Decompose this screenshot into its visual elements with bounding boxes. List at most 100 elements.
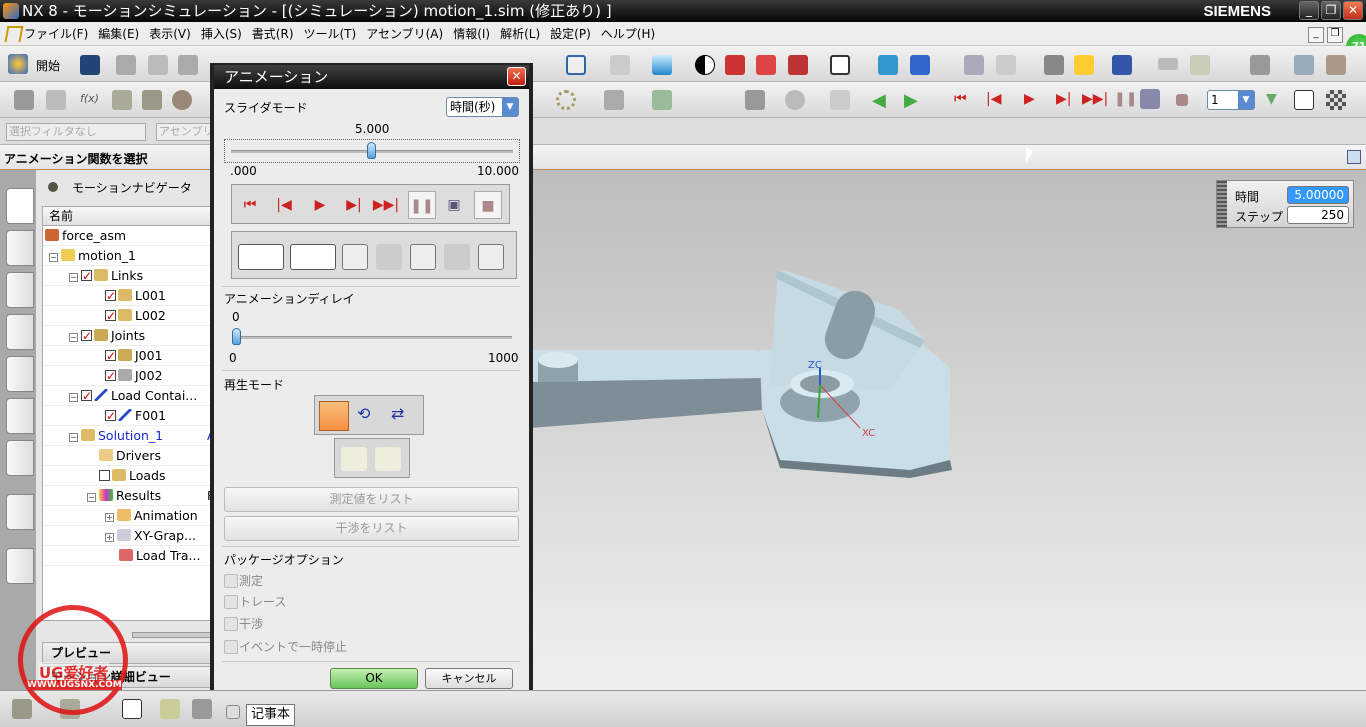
move-icon[interactable]	[878, 55, 898, 75]
collapse-icon[interactable]: −	[69, 333, 78, 342]
tree-item[interactable]: force_asm	[43, 226, 213, 246]
tree-item[interactable]: + XY-Grap...	[43, 526, 213, 546]
menu-info[interactable]: 情報(I)	[448, 22, 495, 46]
measure-checkbox[interactable]: 測定	[224, 572, 263, 589]
checkbox[interactable]	[105, 406, 116, 426]
step-forward-button[interactable]: ▶|	[340, 191, 368, 219]
pin-icon[interactable]	[48, 182, 58, 192]
dialog-title-bar[interactable]: アニメーション	[214, 65, 529, 89]
minimize-button[interactable]: _	[1299, 1, 1319, 20]
motion-tool-icon[interactable]	[160, 699, 180, 719]
tree-item[interactable]: L001	[43, 286, 213, 306]
tree-item[interactable]: −Solution_1A	[43, 426, 213, 446]
fast-forward-button[interactable]: ▶▶|	[372, 191, 400, 219]
menu-analysis[interactable]: 解析(L)	[495, 22, 545, 46]
eraser-icon[interactable]	[1044, 55, 1064, 75]
tree-item[interactable]: Loads	[43, 466, 213, 486]
tree-item[interactable]: − Links	[43, 266, 213, 286]
stop-icon[interactable]	[1176, 94, 1188, 106]
play-icon[interactable]: ▶	[1024, 91, 1035, 107]
layer-icon[interactable]	[964, 55, 984, 75]
step-back-button[interactable]: |◀	[270, 191, 298, 219]
delay-slider[interactable]	[228, 327, 514, 349]
tab-reuse-library[interactable]	[6, 356, 34, 392]
cut-icon[interactable]	[116, 55, 136, 75]
shaded-cube-icon[interactable]	[652, 55, 672, 75]
table-icon[interactable]	[830, 90, 850, 110]
menu-edit[interactable]: 編集(E)	[93, 22, 144, 46]
tab-motion-navigator[interactable]	[6, 188, 34, 224]
tree-item[interactable]: + Animation	[43, 506, 213, 526]
home-position-icon[interactable]	[478, 244, 504, 270]
spring-icon[interactable]	[142, 90, 162, 110]
fit-icon[interactable]	[566, 55, 586, 75]
slider-thumb[interactable]	[232, 328, 241, 345]
tab-history[interactable]	[6, 398, 34, 434]
tree-item[interactable]: − Joints	[43, 326, 213, 346]
menu-tools[interactable]: ツール(T)	[299, 22, 362, 46]
assembly-tool-icon[interactable]	[12, 699, 32, 719]
checkbox[interactable]	[105, 346, 116, 366]
restore-button[interactable]: ❐	[1321, 1, 1341, 20]
insert-icon[interactable]	[910, 55, 930, 75]
time-field[interactable]: 5.00000	[1287, 186, 1349, 204]
checkbox[interactable]	[81, 386, 92, 406]
save-icon[interactable]	[80, 55, 100, 75]
animate-icon[interactable]	[1112, 55, 1132, 75]
slider-mode-select[interactable]: 時間(秒) ▼	[446, 97, 519, 117]
horizontal-scrollbar[interactable]	[132, 632, 212, 638]
menu-insert[interactable]: 挿入(S)	[196, 22, 247, 46]
sequence-icon[interactable]	[192, 699, 212, 719]
tree-item[interactable]: J001	[43, 346, 213, 366]
menu-assembly[interactable]: アセンブリ(A)	[361, 22, 448, 46]
cancel-button[interactable]: キャンセル	[425, 668, 513, 689]
function-icon[interactable]: f(x)	[80, 92, 99, 105]
marker-icon[interactable]	[556, 90, 576, 110]
ping-pong-button[interactable]: ⇄	[391, 404, 404, 423]
joint-icon[interactable]	[112, 90, 132, 110]
menu-view[interactable]: 表示(V)	[144, 22, 196, 46]
list-measures-button[interactable]: 測定値をリスト	[224, 487, 519, 512]
pause-button[interactable]: ❚❚	[408, 191, 436, 219]
section-icon[interactable]	[725, 55, 745, 75]
checkbox[interactable]	[99, 470, 110, 481]
checkbox[interactable]	[81, 326, 92, 346]
step-field[interactable]: 250	[1287, 206, 1349, 224]
tab-web[interactable]	[6, 548, 34, 584]
contact-icon[interactable]	[745, 90, 765, 110]
menu-format[interactable]: 書式(R)	[247, 22, 299, 46]
tree-item[interactable]: −ResultsR	[43, 486, 213, 506]
tree-item[interactable]: F001	[43, 406, 213, 426]
time-slider[interactable]	[224, 139, 520, 163]
tree-item[interactable]: L002	[43, 306, 213, 326]
tracer-select[interactable]	[238, 244, 284, 270]
tree-item[interactable]: − motion_1	[43, 246, 213, 266]
record-button[interactable]: ▣	[440, 191, 468, 219]
doc-minimize-button[interactable]: _	[1308, 27, 1324, 43]
doc-restore-button[interactable]: ❐	[1327, 27, 1343, 43]
contrast-icon[interactable]	[695, 55, 715, 75]
collapse-icon[interactable]: −	[49, 253, 58, 262]
rewind-to-start-icon[interactable]: ⏮	[954, 91, 967, 107]
notepad-icon[interactable]	[226, 705, 240, 719]
collapse-icon[interactable]: −	[69, 273, 78, 282]
forward-mode-icon[interactable]	[341, 447, 367, 471]
undo-icon[interactable]	[1326, 55, 1346, 75]
copy-icon[interactable]	[148, 55, 168, 75]
column-header-name[interactable]: 名前	[43, 207, 213, 226]
menu-preferences[interactable]: 設定(P)	[545, 22, 596, 46]
link-icon[interactable]	[46, 90, 66, 110]
tree-item[interactable]: − Load Contai...	[43, 386, 213, 406]
tab-assembly-navigator[interactable]	[6, 272, 34, 308]
collapse-icon[interactable]: −	[69, 433, 78, 442]
graphics-window[interactable]: ZC XC	[530, 170, 1366, 690]
down-triangle-icon[interactable]: ▼	[1266, 91, 1277, 107]
pause-icon[interactable]: ❚❚	[1114, 91, 1137, 107]
sensor-icon[interactable]	[604, 90, 624, 110]
tree-item[interactable]: Drivers	[43, 446, 213, 466]
assembly-filter-select[interactable]: アセンブリ	[156, 123, 216, 141]
snapshot-icon[interactable]	[1294, 90, 1314, 110]
rewind-to-start-button[interactable]: ⏮	[236, 191, 264, 219]
menu-help[interactable]: ヘルプ(H)	[596, 22, 660, 46]
trace-checkbox[interactable]: トレース	[224, 593, 286, 610]
